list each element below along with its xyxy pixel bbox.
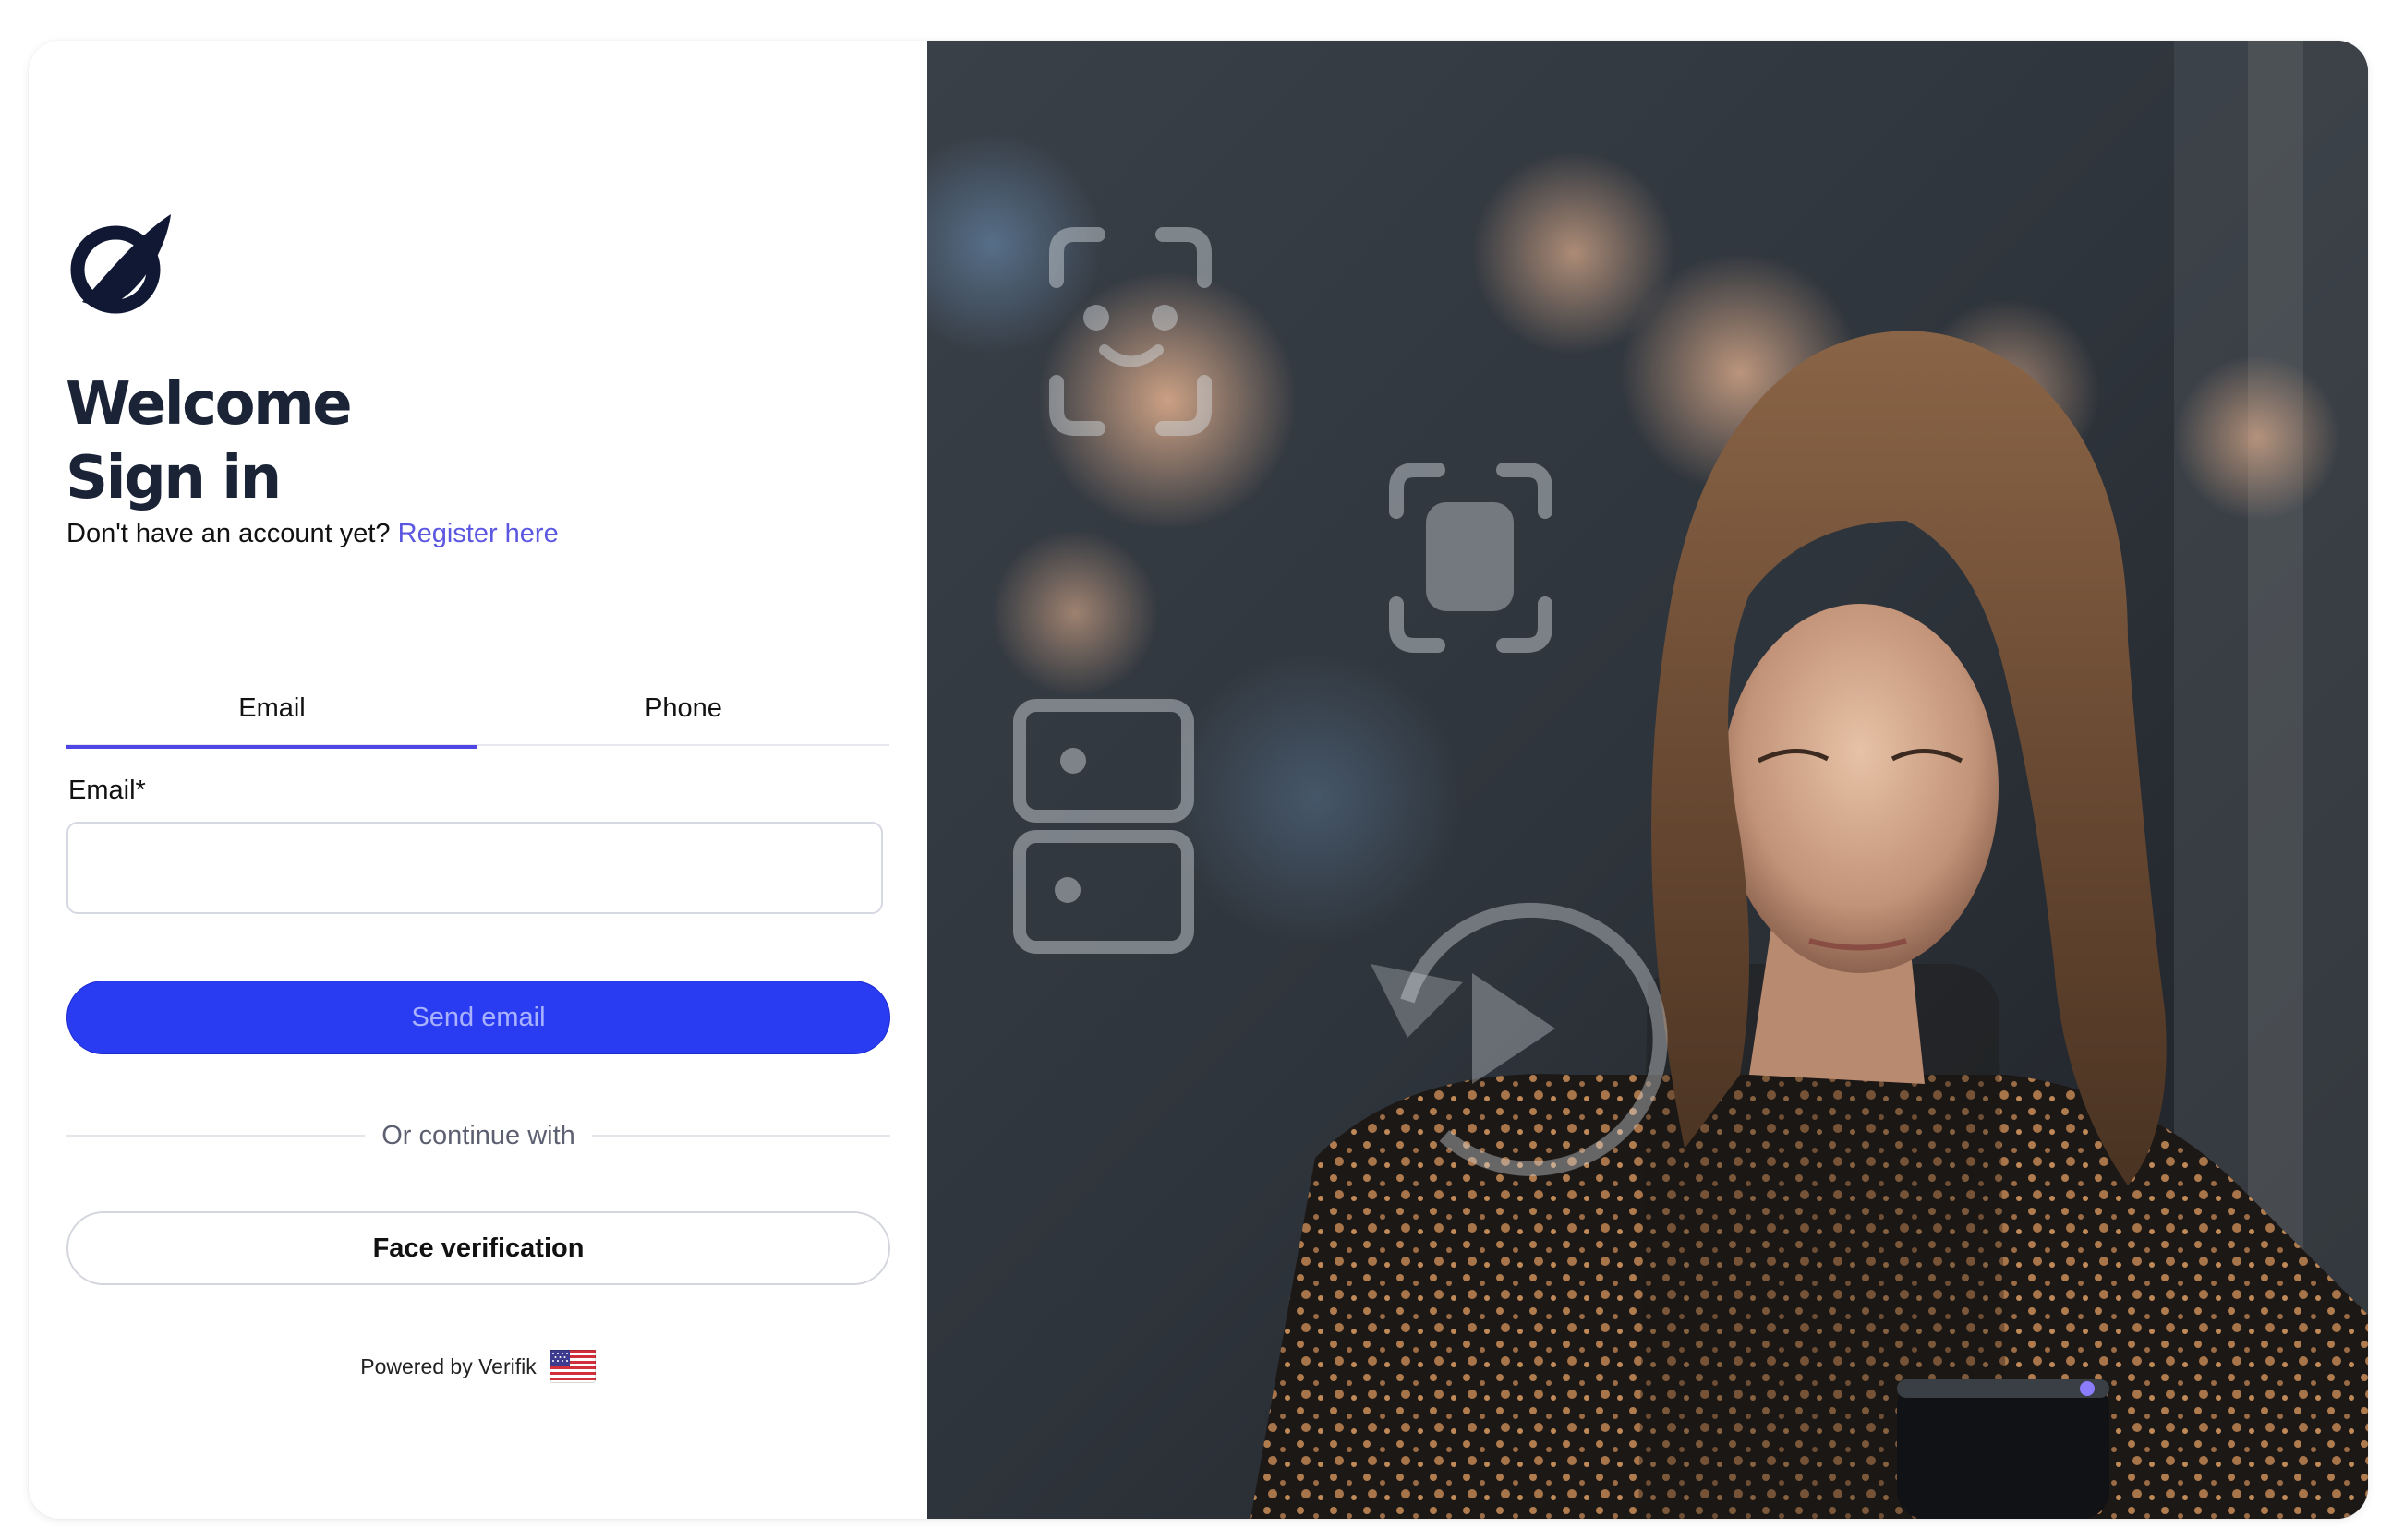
page-title: Welcome Sign in [66,367,353,515]
face-verification-button[interactable]: Face verification [66,1211,890,1285]
us-flag-icon[interactable] [549,1350,596,1383]
title-line-welcome: Welcome [66,370,353,439]
no-account-text: Don't have an account yet? [66,519,391,548]
login-method-tabs: Email Phone [66,670,889,749]
register-link[interactable]: Register here [398,519,559,548]
send-email-button[interactable]: Send email [66,981,890,1054]
email-field-label: Email* [68,776,146,805]
login-panel: Welcome Sign in Don't have an account ye… [29,41,927,1519]
tab-email[interactable]: Email [66,670,477,749]
powered-by-text: Powered by Verifik [360,1354,537,1378]
divider-text: Or continue with [381,1120,575,1150]
hero-photo [927,41,2368,1519]
register-prompt: Don't have an account yet? Register here [66,519,559,549]
email-field[interactable] [66,822,883,914]
tab-phone[interactable]: Phone [477,670,889,746]
powered-by-footer: Powered by Verifik [29,1348,927,1385]
divider-line-right [591,1135,891,1137]
title-line-sign-in: Sign in [66,444,282,512]
divider-line-left [66,1135,366,1137]
or-continue-divider: Or continue with [66,1117,891,1154]
verifik-logo [70,214,171,314]
login-card: Welcome Sign in Don't have an account ye… [29,41,2368,1519]
hero-image-panel [927,41,2368,1519]
